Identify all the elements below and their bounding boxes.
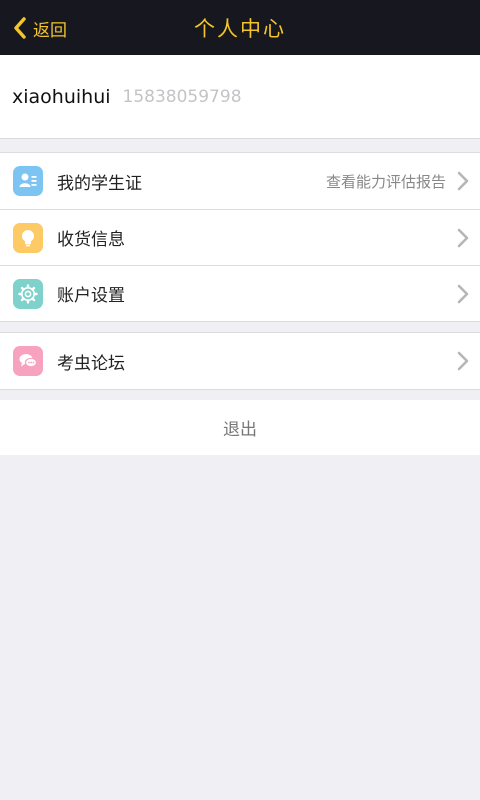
menu-item-account-settings[interactable]: 账户设置	[0, 265, 480, 321]
phone-number: 15838059798	[122, 86, 242, 107]
menu-item-label: 我的学生证	[57, 173, 142, 194]
menu-group-community: 考虫论坛	[0, 332, 480, 390]
username: xiaohuihui	[12, 85, 111, 108]
profile-card: xiaohuihui 15838059798	[0, 55, 480, 139]
menu-item-forum[interactable]: 考虫论坛	[0, 333, 480, 389]
page-title: 个人中心	[194, 17, 286, 41]
gear-icon	[13, 278, 43, 309]
student-card-icon	[13, 166, 43, 196]
menu-item-label: 账户设置	[57, 286, 125, 306]
chevron-right-icon	[457, 351, 469, 371]
menu-item-label: 收货信息	[57, 230, 125, 250]
menu-item-shipping-info[interactable]: 收货信息	[0, 209, 480, 265]
menu-item-student-card[interactable]: 我的学生证 查看能力评估报告	[0, 153, 480, 209]
logout-button[interactable]: 退出	[0, 400, 480, 455]
lightbulb-icon	[13, 222, 43, 253]
chevron-right-icon	[457, 284, 469, 304]
menu-item-label: 考虫论坛	[57, 353, 125, 374]
menu-group-account: 我的学生证 查看能力评估报告 收货信息 账户设置	[0, 152, 480, 322]
chevron-right-icon	[457, 171, 469, 191]
top-nav-bar: 返回 个人中心	[0, 0, 480, 55]
chevron-right-icon	[457, 228, 469, 248]
chat-bubbles-icon	[13, 346, 43, 376]
assessment-report-link[interactable]: 查看能力评估报告	[326, 171, 446, 192]
logout-label: 退出	[223, 420, 257, 440]
